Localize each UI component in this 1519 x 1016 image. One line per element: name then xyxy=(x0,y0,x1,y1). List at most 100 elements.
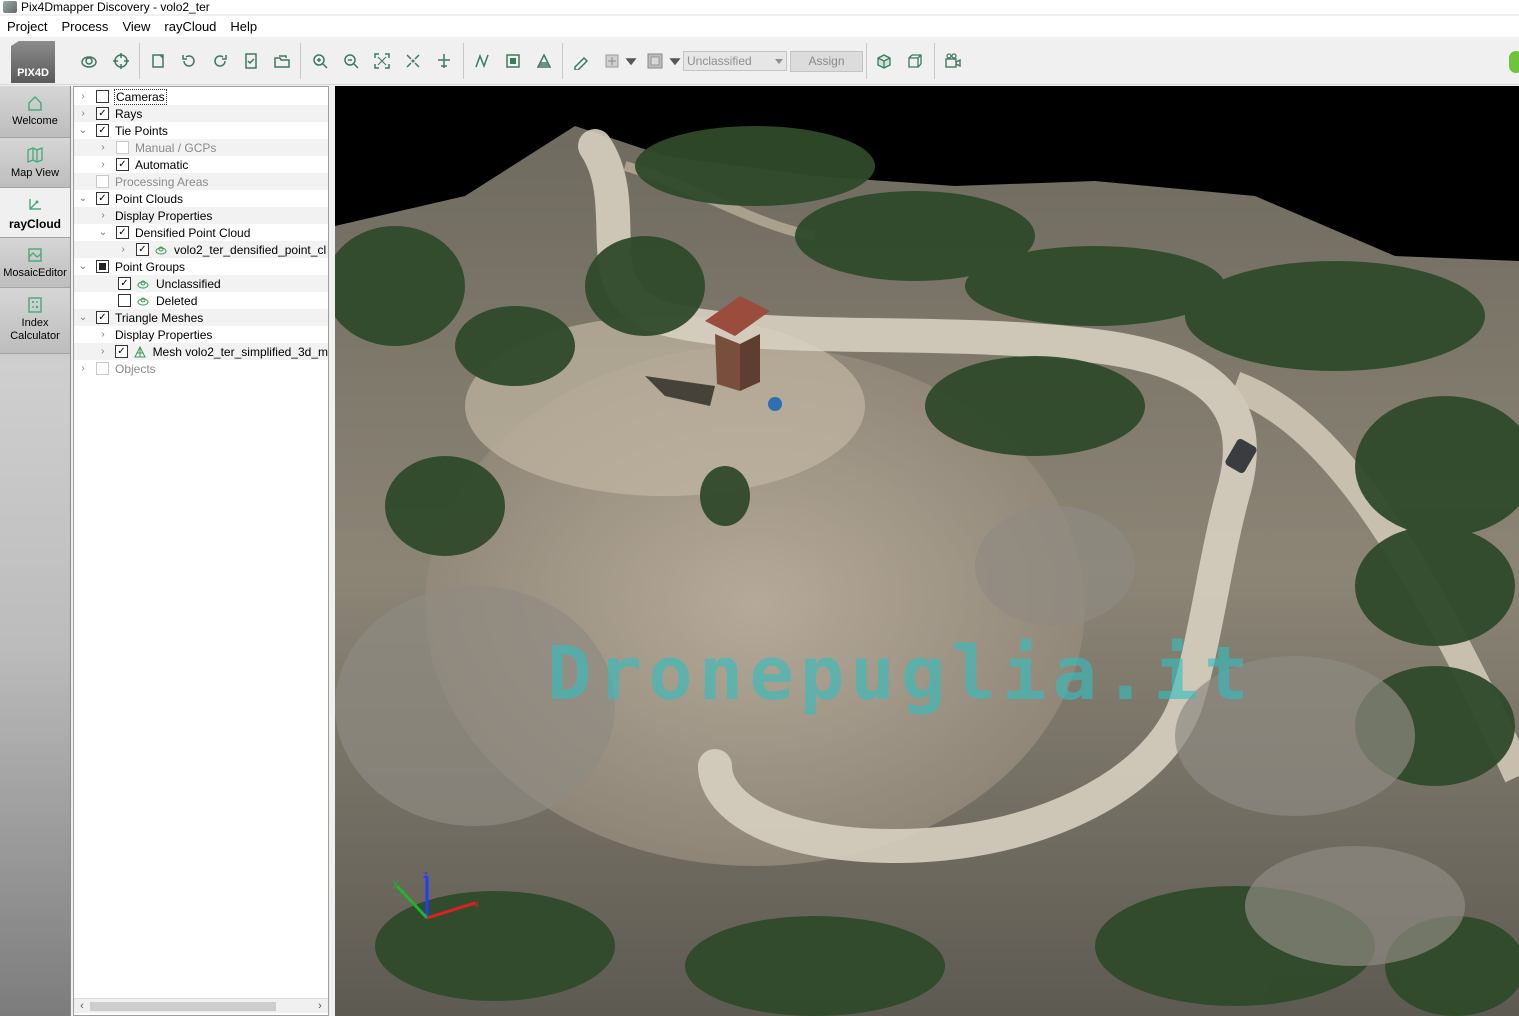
layer-tie-points-checkbox[interactable]: ✓ xyxy=(96,124,109,137)
chevron-right-icon[interactable]: › xyxy=(78,108,88,119)
layer-cameras-checkbox[interactable] xyxy=(96,90,109,103)
nav-raycloud[interactable]: rayCloud xyxy=(0,188,70,238)
layer-tie-points[interactable]: ⌄ ✓ Tie Points xyxy=(74,122,328,139)
selection-dropdown-icon[interactable] xyxy=(624,49,638,73)
menu-raycloud[interactable]: rayCloud xyxy=(157,16,223,37)
layer-point-clouds-checkbox[interactable]: ✓ xyxy=(96,192,109,205)
pattern-dropdown-icon[interactable] xyxy=(668,49,682,73)
camera-images-icon[interactable] xyxy=(77,49,101,73)
scroll-left-icon[interactable]: ‹ xyxy=(76,1000,88,1012)
chevron-down-icon[interactable]: ⌄ xyxy=(78,261,88,272)
layers-panel: › Cameras › ✓ Rays ⌄ ✓ Tie Points › Manu… xyxy=(73,86,329,1016)
nav-map-view[interactable]: Map View xyxy=(0,138,70,188)
scroll-right-icon[interactable]: › xyxy=(314,1000,326,1012)
nav-index-calculator[interactable]: Index Calculator xyxy=(0,288,70,354)
layer-rays[interactable]: › ✓ Rays xyxy=(74,105,328,122)
pattern-icon[interactable] xyxy=(643,49,667,73)
new-layer-icon[interactable] xyxy=(146,49,170,73)
chevron-right-icon[interactable]: › xyxy=(98,210,108,221)
class-select[interactable]: Unclassified xyxy=(683,51,787,71)
layer-triangle-meshes-checkbox[interactable]: ✓ xyxy=(96,311,109,324)
layer-processing-areas-checkbox[interactable] xyxy=(96,175,109,188)
open-folder-icon[interactable] xyxy=(270,49,294,73)
layer-cameras[interactable]: › Cameras xyxy=(74,88,328,105)
fly-icon[interactable] xyxy=(432,49,456,73)
layer-unclassified[interactable]: ✓ Unclassified xyxy=(74,275,328,292)
layer-manual-gcps-checkbox[interactable] xyxy=(116,141,129,154)
menu-view[interactable]: View xyxy=(115,16,157,37)
check-document-icon[interactable] xyxy=(239,49,263,73)
wireframe-cube-icon[interactable] xyxy=(903,49,927,73)
layer-densified-point-cloud[interactable]: ⌄ ✓ Densified Point Cloud xyxy=(74,224,328,241)
surface-icon[interactable] xyxy=(501,49,525,73)
chevron-right-icon[interactable]: › xyxy=(98,142,108,153)
layer-manual-gcps[interactable]: › Manual / GCPs xyxy=(74,139,328,156)
menu-project[interactable]: Project xyxy=(0,16,54,37)
selection-icon[interactable] xyxy=(600,49,624,73)
assign-button[interactable]: Assign xyxy=(790,51,863,72)
layer-rays-checkbox[interactable]: ✓ xyxy=(96,107,109,120)
chevron-right-icon[interactable]: › xyxy=(98,346,107,357)
chevron-right-icon[interactable]: › xyxy=(118,244,128,255)
video-camera-icon[interactable] xyxy=(941,49,965,73)
chevron-down-icon[interactable]: ⌄ xyxy=(78,312,88,323)
zoom-out-icon[interactable] xyxy=(339,49,363,73)
chevron-right-icon[interactable]: › xyxy=(78,91,88,102)
layer-point-groups[interactable]: ⌄ Point Groups xyxy=(74,258,328,275)
chevron-right-icon[interactable]: › xyxy=(78,363,88,374)
status-indicator xyxy=(1509,51,1519,73)
layer-mesh-file-checkbox[interactable]: ✓ xyxy=(115,345,128,358)
menu-process[interactable]: Process xyxy=(54,16,115,37)
pix4d-window: Pix4Dmapper Discovery - volo2_ter Projec… xyxy=(0,0,1519,1016)
reoptimize-icon[interactable] xyxy=(208,49,232,73)
chevron-right-icon[interactable]: › xyxy=(98,159,108,170)
volume-icon[interactable] xyxy=(532,49,556,73)
layer-label: Mesh volo2_ter_simplified_3d_m xyxy=(152,344,328,359)
terrain-render: x y z xyxy=(335,126,1519,1016)
rotate-icon[interactable] xyxy=(177,49,201,73)
scroll-thumb[interactable] xyxy=(90,1002,276,1011)
layer-label: Densified Point Cloud xyxy=(135,225,251,240)
layer-pc-display-properties[interactable]: › Display Properties xyxy=(74,207,328,224)
chevron-right-icon[interactable]: › xyxy=(98,329,108,340)
chevron-down-icon[interactable]: ⌄ xyxy=(78,193,88,204)
nav-mosaic-editor-label: MosaicEditor xyxy=(3,267,67,279)
layer-automatic[interactable]: › ✓ Automatic xyxy=(74,156,328,173)
layer-triangle-meshes[interactable]: ⌄ ✓ Triangle Meshes xyxy=(74,309,328,326)
layer-label: Point Clouds xyxy=(115,191,184,206)
layer-label: Objects xyxy=(115,361,156,376)
layer-processing-areas[interactable]: Processing Areas xyxy=(74,173,328,190)
edit-points-icon[interactable] xyxy=(569,49,593,73)
layer-deleted-checkbox[interactable] xyxy=(118,294,131,307)
horizontal-scrollbar[interactable]: ‹ › xyxy=(74,998,328,1013)
layer-densified-point-cloud-checkbox[interactable]: ✓ xyxy=(116,226,129,239)
layer-densified-file[interactable]: › ✓ volo2_ter_densified_point_cl xyxy=(74,241,328,258)
polyline-icon[interactable] xyxy=(470,49,494,73)
layer-label: Triangle Meshes xyxy=(115,310,204,325)
layer-densified-file-checkbox[interactable]: ✓ xyxy=(136,243,149,256)
layer-point-clouds[interactable]: ⌄ ✓ Point Clouds xyxy=(74,190,328,207)
layer-point-groups-checkbox[interactable] xyxy=(96,260,109,273)
chevron-down-icon[interactable]: ⌄ xyxy=(98,227,108,238)
layer-deleted[interactable]: Deleted xyxy=(74,292,328,309)
layer-label: Cameras xyxy=(114,88,167,105)
layer-objects-checkbox[interactable] xyxy=(96,362,109,375)
cube-icon[interactable] xyxy=(872,49,896,73)
raycloud-3d-view[interactable]: x y z Dronepuglia.it xyxy=(335,86,1519,1016)
app-icon xyxy=(3,1,17,13)
layer-automatic-checkbox[interactable]: ✓ xyxy=(116,158,129,171)
point-cloud-icon xyxy=(137,278,149,290)
focus-icon[interactable] xyxy=(401,49,425,73)
layer-label: Manual / GCPs xyxy=(135,140,217,155)
layer-unclassified-checkbox[interactable]: ✓ xyxy=(118,277,131,290)
zoom-extent-icon[interactable] xyxy=(370,49,394,73)
nav-welcome[interactable]: Welcome xyxy=(0,86,70,138)
zoom-in-icon[interactable] xyxy=(308,49,332,73)
target-icon[interactable] xyxy=(109,49,133,73)
layer-mesh-display-properties[interactable]: › Display Properties xyxy=(74,326,328,343)
layer-objects[interactable]: › Objects xyxy=(74,360,328,377)
layer-mesh-file[interactable]: › ✓ Mesh volo2_ter_simplified_3d_m xyxy=(74,343,328,360)
menu-help[interactable]: Help xyxy=(223,16,264,37)
nav-mosaic-editor[interactable]: MosaicEditor xyxy=(0,238,70,288)
chevron-down-icon[interactable]: ⌄ xyxy=(78,125,88,136)
